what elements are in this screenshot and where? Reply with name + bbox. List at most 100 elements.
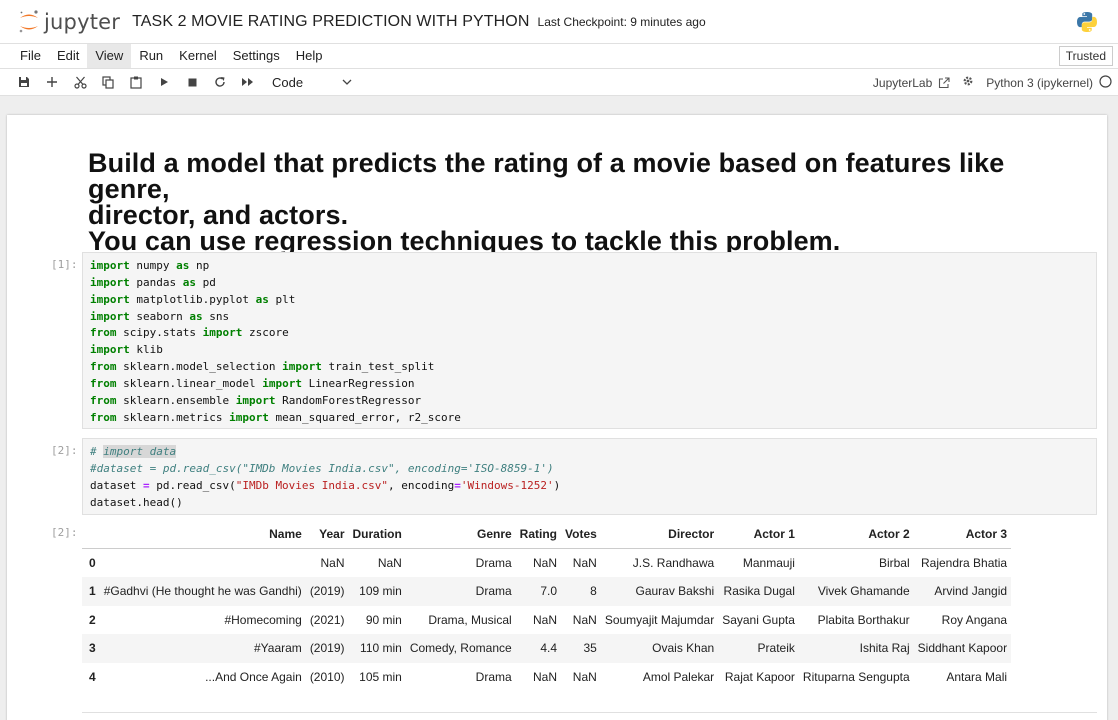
external-link-icon bbox=[939, 76, 950, 88]
column-header: Genre bbox=[405, 520, 516, 549]
table-cell: NaN bbox=[533, 669, 558, 684]
table-cell: 109 min bbox=[348, 577, 406, 606]
table-row: 2 #Homecoming (2021) 90 min Drama, Music… bbox=[82, 606, 1011, 635]
last-checkpoint: Last Checkpoint: 9 minutes ago bbox=[537, 14, 706, 29]
table-cell: 8 bbox=[561, 577, 601, 606]
table-cell: Rituparna Sengupta bbox=[802, 669, 910, 684]
row-index: 3 bbox=[82, 634, 100, 663]
jupyter-logo-text: jupyter bbox=[44, 9, 121, 34]
table-cell: 35 bbox=[561, 634, 601, 663]
column-header: Director bbox=[600, 520, 719, 549]
column-header: Actor 3 bbox=[913, 520, 1012, 549]
notebook-toolbar: Code JupyterLab Python 3 (ipykernel) bbox=[0, 69, 1118, 96]
table-cell: Prateik bbox=[718, 634, 799, 663]
table-cell: #Homecoming bbox=[224, 612, 302, 627]
menu-run[interactable]: Run bbox=[131, 44, 171, 68]
table-row: 4 ...And Once Again (2010) 105 min Drama… bbox=[82, 663, 1011, 692]
fast-forward-icon[interactable] bbox=[234, 70, 262, 94]
table-cell: Drama, Musical bbox=[428, 612, 512, 627]
table-cell: Drama bbox=[475, 669, 512, 684]
heading-line-2: director, and actors. bbox=[88, 200, 349, 230]
top-bar: jupyter TASK 2 MOVIE RATING PREDICTION W… bbox=[0, 0, 1118, 43]
column-header bbox=[82, 520, 100, 549]
column-header: Actor 2 bbox=[798, 520, 914, 549]
table-cell: Sayani Gupta bbox=[722, 612, 795, 627]
table-cell: (2019) bbox=[305, 577, 349, 606]
cell-2-prompt: [2]: bbox=[51, 444, 78, 457]
table-cell: #Gadhvi (He thought he was Gandhi) bbox=[99, 577, 306, 606]
column-header: Name bbox=[99, 520, 306, 549]
menu-view[interactable]: View bbox=[87, 44, 132, 68]
table-cell: Comedy, Romance bbox=[405, 634, 516, 663]
add-cell-icon[interactable] bbox=[38, 70, 66, 94]
cell-1-prompt: [1]: bbox=[51, 258, 78, 271]
notebook-panel: Build a model that predicts the rating o… bbox=[7, 115, 1107, 720]
kernel-name[interactable]: Python 3 (ipykernel) bbox=[986, 76, 1093, 90]
cell-type-select[interactable]: Code bbox=[272, 75, 352, 90]
markdown-heading[interactable]: Build a model that predicts the rating o… bbox=[88, 148, 1078, 256]
table-cell: (2019) bbox=[305, 634, 349, 663]
code-cell-2[interactable]: # import data #dataset = pd.read_csv("IM… bbox=[82, 438, 1097, 515]
table-row: 0 NaN NaN Drama NaN NaN J.S. Randhawa Ma… bbox=[82, 549, 1011, 578]
table-cell: Ishita Raj bbox=[798, 634, 914, 663]
row-index: 0 bbox=[89, 556, 96, 570]
code-cell-1[interactable]: import numpy as np import pandas as pd i… bbox=[82, 252, 1097, 429]
table-cell: (2010) bbox=[309, 669, 345, 684]
table-cell: Roy Angana bbox=[941, 612, 1008, 627]
stop-icon[interactable] bbox=[178, 70, 206, 94]
table-row: 1 #Gadhvi (He thought he was Gandhi) (20… bbox=[82, 577, 1012, 606]
table-cell: 105 min bbox=[359, 669, 402, 684]
column-header: Rating bbox=[515, 520, 562, 549]
jupyterlab-label: JupyterLab bbox=[872, 75, 933, 90]
table-cell bbox=[100, 549, 306, 578]
table-cell: NaN bbox=[572, 556, 597, 570]
menu-help[interactable]: Help bbox=[288, 44, 331, 68]
notebook-title[interactable]: TASK 2 MOVIE RATING PREDICTION WITH PYTH… bbox=[132, 13, 529, 31]
output-2-prompt: [2]: bbox=[51, 526, 78, 539]
menu-bar: File Edit View Run Kernel Settings Help … bbox=[0, 43, 1118, 69]
toolbar-right: JupyterLab Python 3 (ipykernel) bbox=[873, 69, 1112, 96]
jupyter-logo-icon bbox=[18, 9, 40, 35]
copy-icon[interactable] bbox=[94, 70, 122, 94]
cut-icon[interactable] bbox=[66, 70, 94, 94]
chevron-down-icon bbox=[342, 79, 352, 85]
heading-line-3: You can use regression techniques to tac… bbox=[88, 226, 841, 256]
table-cell: 90 min bbox=[365, 612, 402, 627]
table-cell: Vivek Ghamande bbox=[798, 577, 914, 606]
cell-type-value: Code bbox=[272, 74, 304, 90]
table-cell: Drama bbox=[475, 556, 512, 570]
python-logo-icon bbox=[1076, 11, 1098, 33]
column-header: Year bbox=[305, 520, 349, 549]
gear-icon[interactable] bbox=[962, 75, 974, 90]
table-cell: Siddhant Kapoor bbox=[913, 634, 1012, 663]
open-jupyterlab-button[interactable]: JupyterLab bbox=[873, 76, 950, 90]
row-index: 4 bbox=[89, 669, 96, 684]
menu-edit[interactable]: Edit bbox=[49, 44, 87, 68]
table-cell: Drama bbox=[405, 577, 516, 606]
table-cell: NaN bbox=[572, 612, 597, 627]
row-index: 2 bbox=[89, 612, 96, 627]
jupyter-logo[interactable]: jupyter bbox=[18, 9, 120, 35]
next-cell-edge bbox=[82, 712, 1097, 713]
table-cell: Rasika Dugal bbox=[718, 577, 799, 606]
column-header: Votes bbox=[561, 520, 601, 549]
table-cell: NaN bbox=[377, 556, 402, 570]
heading-line-1: Build a model that predicts the rating o… bbox=[88, 148, 1005, 204]
table-cell: (2021) bbox=[309, 612, 345, 627]
restart-icon[interactable] bbox=[206, 70, 234, 94]
run-icon[interactable] bbox=[150, 70, 178, 94]
table-cell: Ovais Khan bbox=[600, 634, 719, 663]
trusted-indicator[interactable]: Trusted bbox=[1058, 46, 1113, 66]
table-cell: 7.0 bbox=[515, 577, 562, 606]
table-cell: Rajat Kapoor bbox=[724, 669, 795, 684]
save-icon[interactable] bbox=[10, 70, 38, 94]
table-cell: #Yaaram bbox=[99, 634, 306, 663]
paste-icon[interactable] bbox=[122, 70, 150, 94]
menu-file[interactable]: File bbox=[12, 44, 49, 68]
menu-settings[interactable]: Settings bbox=[225, 44, 288, 68]
table-cell: Plabita Borthakur bbox=[817, 612, 910, 627]
menu-kernel[interactable]: Kernel bbox=[171, 44, 225, 68]
table-cell: J.S. Randhawa bbox=[632, 556, 715, 570]
table-row: 3 #Yaaram (2019) 110 min Comedy, Romance… bbox=[82, 634, 1012, 663]
table-cell: Soumyajit Majumdar bbox=[604, 612, 715, 627]
